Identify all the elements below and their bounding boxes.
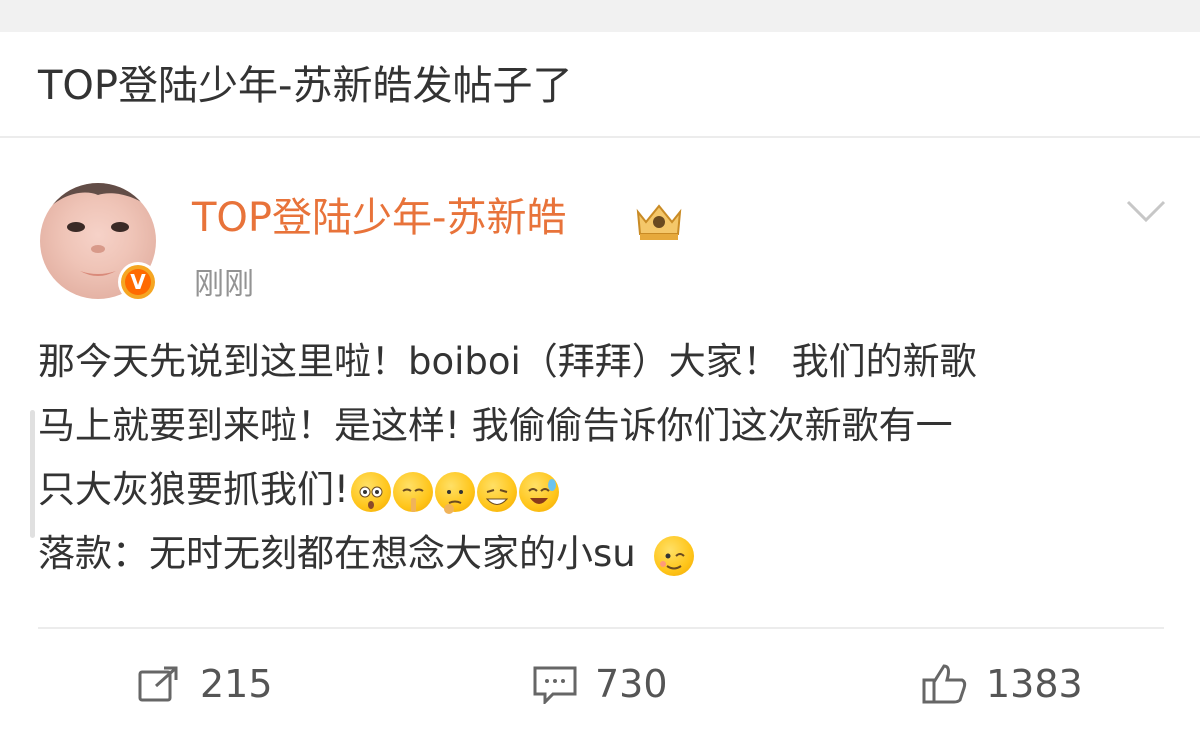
- share-icon: [138, 666, 178, 702]
- verified-badge: V: [118, 262, 158, 302]
- scroll-indicator[interactable]: [30, 410, 35, 538]
- comment-count: 730: [595, 662, 668, 706]
- post-body: 那今天先说到这里啦！boiboi（拜拜）大家！ 我们的新歌 马上就要到来啦！是这…: [38, 330, 1168, 586]
- post-card: V TOP登陆少年-苏新皓 刚刚 那今天先说到这里啦！boiboi（拜拜）大家！…: [0, 140, 1200, 736]
- actions-divider: [38, 627, 1164, 629]
- post-line-4-text: 落款：无时无刻都在想念大家的小su: [38, 532, 636, 575]
- post-time: 刚刚: [194, 267, 254, 302]
- verified-v-icon: V: [125, 269, 151, 295]
- flushed-emoji-icon: [350, 471, 391, 512]
- top-strip: [0, 0, 1200, 32]
- wink-emoji-icon: [653, 535, 694, 576]
- comment-button[interactable]: 730: [531, 660, 668, 708]
- comment-icon: [533, 666, 577, 704]
- thumbs-up-icon: [922, 664, 967, 704]
- like-count: 1383: [986, 662, 1083, 706]
- shush-emoji-icon: [392, 471, 433, 512]
- grin-emoji-icon: [476, 471, 517, 512]
- post-line-3: 只大灰狼要抓我们!: [38, 458, 1168, 522]
- repost-button[interactable]: 215: [136, 660, 273, 708]
- chevron-down-icon[interactable]: [1124, 198, 1168, 226]
- repost-count: 215: [200, 662, 273, 706]
- laugh-tears-emoji-icon: [518, 471, 559, 512]
- post-line-3-text: 只大灰狼要抓我们!: [38, 468, 349, 511]
- emoji-row: [350, 471, 559, 514]
- weibo-post-page: TOP登陆少年-苏新皓发帖子了 V TOP登陆少年-苏新皓 刚刚 那今天先说到这…: [0, 0, 1200, 736]
- crown-badge-icon[interactable]: [632, 198, 686, 242]
- thinking-emoji-icon: [434, 471, 475, 514]
- post-line-4: 落款：无时无刻都在想念大家的小su: [38, 522, 1168, 586]
- post-line-1: 那今天先说到这里啦！boiboi（拜拜）大家！ 我们的新歌: [38, 340, 977, 383]
- post-line-2: 马上就要到来啦！是这样! 我偷偷告诉你们这次新歌有一: [38, 404, 953, 447]
- page-header: TOP登陆少年-苏新皓发帖子了: [0, 32, 1200, 138]
- page-title: TOP登陆少年-苏新皓发帖子了: [38, 63, 573, 109]
- like-button[interactable]: 1383: [920, 660, 1083, 708]
- author-name[interactable]: TOP登陆少年-苏新皓: [192, 194, 566, 242]
